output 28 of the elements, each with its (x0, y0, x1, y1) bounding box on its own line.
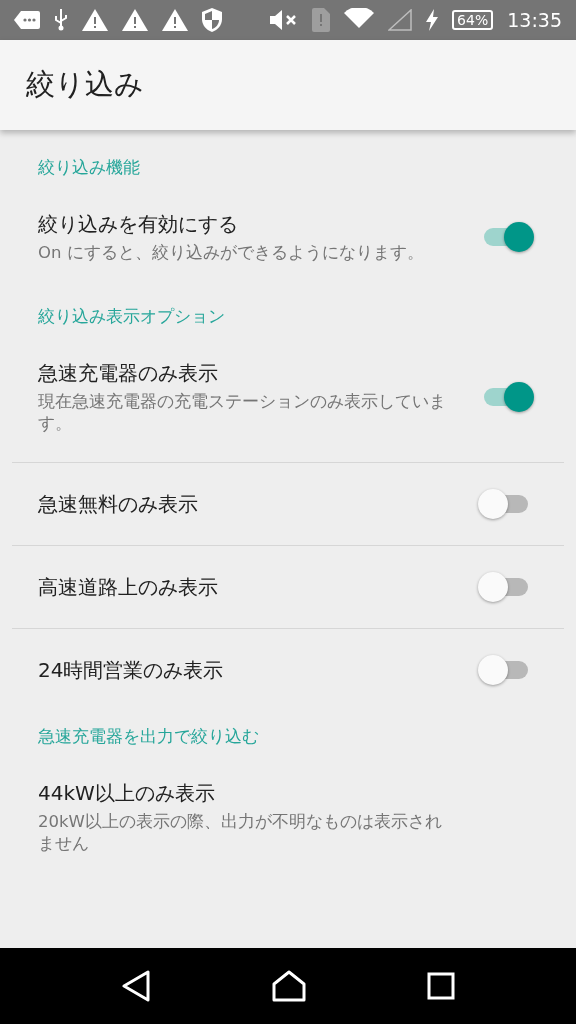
recents-icon[interactable] (427, 972, 456, 1000)
setting-title: 24時間営業のみ表示 (38, 656, 225, 684)
setting-title: 急速充電器のみ表示 (38, 360, 219, 388)
screen-title: 絞り込み (26, 66, 144, 103)
section-header: 絞り込み表示オプション (37, 305, 226, 329)
setting-title: 高速道路上のみ表示 (38, 573, 219, 601)
notification-icon (14, 11, 40, 29)
warning-icon (162, 9, 188, 31)
setting-summary: 現在急速充電器の充電ステーションのみ表示しています。 (38, 391, 447, 435)
setting-title: 44kW以上のみ表示 (38, 780, 216, 808)
section-header: 急速充電器を出力で絞り込む (37, 725, 260, 749)
battery-level: 64% (452, 10, 494, 30)
back-icon[interactable] (120, 970, 151, 1002)
warning-icon (82, 9, 108, 31)
shield-icon (202, 8, 222, 32)
setting-title: 絞り込みを有効にする (38, 211, 239, 238)
section-header: 絞り込み機能 (37, 156, 141, 179)
usb-icon (54, 9, 68, 31)
mute-icon (270, 9, 299, 31)
home-icon[interactable] (272, 970, 306, 1002)
warning-icon (122, 9, 148, 31)
signal-icon (388, 9, 413, 31)
setting-summary: 20kW以上の表示の際、出力が不明なものは表示されません (38, 811, 443, 855)
setting-summary: On にすると、絞り込みができるようになります。 (38, 242, 425, 264)
sim-icon (312, 8, 331, 32)
charging-icon (426, 9, 439, 31)
clock: 13:35 (507, 9, 562, 31)
setting-title: 急速無料のみ表示 (38, 490, 199, 518)
